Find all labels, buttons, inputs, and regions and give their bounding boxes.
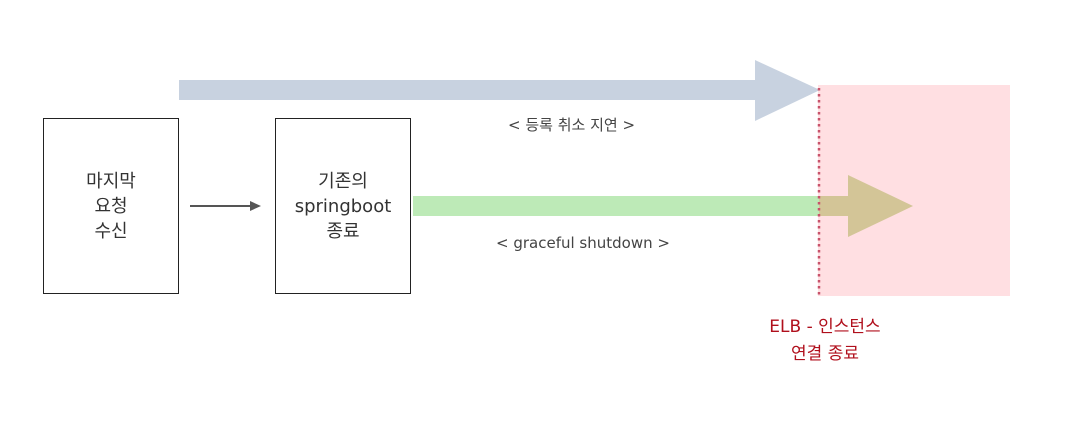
termination-zone — [818, 85, 1010, 296]
last-request-line-1: 마지막 — [86, 170, 136, 192]
elb-termination-line-1: ELB - 인스턴스 — [769, 317, 881, 337]
delay-arrow-shaft — [179, 80, 759, 100]
diagram-canvas: 마지막 요청 수신 기존의 springboot 종료 < 등록 취소 지연 >… — [0, 0, 1080, 423]
connector-arrow-head — [250, 201, 261, 211]
last-request-line-2: 요청 — [94, 195, 128, 217]
last-request-line-3: 수신 — [94, 220, 128, 242]
old-springboot-box: 기존의 springboot 종료 — [275, 118, 411, 294]
old-springboot-line-1: 기존의 — [318, 170, 368, 192]
elb-termination-label: ELB - 인스턴스 연결 종료 — [745, 314, 905, 368]
graceful-arrow-overlap-shaft — [819, 196, 849, 216]
graceful-arrow-shaft — [413, 196, 819, 216]
old-springboot-line-2: springboot — [294, 195, 392, 217]
last-request-box: 마지막 요청 수신 — [43, 118, 179, 294]
delay-arrow-head — [755, 60, 820, 121]
deregistration-delay-label: < 등록 취소 지연 > — [508, 116, 636, 134]
graceful-shutdown-label: < graceful shutdown > — [496, 234, 670, 252]
elb-termination-line-2: 연결 종료 — [791, 344, 859, 364]
old-springboot-line-3: 종료 — [326, 220, 360, 242]
